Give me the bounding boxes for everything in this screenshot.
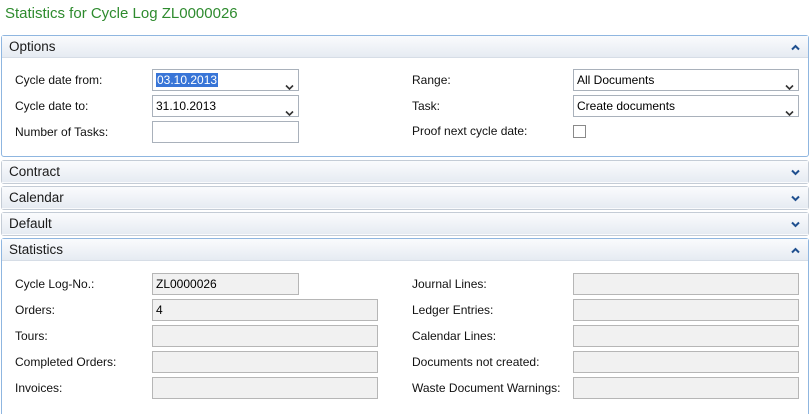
journal-lines-label: Journal Lines: xyxy=(412,277,487,291)
waste-document-warnings-field xyxy=(573,377,799,399)
options-header-label: Options xyxy=(9,39,56,54)
dropdown-arrow-icon[interactable] xyxy=(785,77,794,90)
dropdown-arrow-icon[interactable] xyxy=(785,103,794,116)
ledger-entries-label: Ledger Entries: xyxy=(412,303,494,317)
options-header[interactable]: Options xyxy=(2,36,808,58)
range-label: Range: xyxy=(412,73,451,87)
chevron-up-icon[interactable] xyxy=(791,246,800,255)
cycle-log-no-field: ZL0000026 xyxy=(152,273,299,295)
task-value: Create documents xyxy=(577,99,676,113)
calendar-lines-field xyxy=(573,325,799,347)
range-value: All Documents xyxy=(577,73,655,87)
statistics-header-label: Statistics xyxy=(9,242,64,257)
orders-label: Orders: xyxy=(15,303,56,317)
orders-field: 4 xyxy=(152,299,378,321)
page-title: Statistics for Cycle Log ZL0000026 xyxy=(5,5,238,22)
number-of-tasks-input[interactable] xyxy=(152,121,299,143)
chevron-down-icon[interactable] xyxy=(791,220,800,229)
dropdown-arrow-icon[interactable] xyxy=(285,77,294,90)
documents-not-created-field xyxy=(573,351,799,373)
contract-header[interactable]: Contract xyxy=(2,161,808,183)
documents-not-created-label: Documents not created: xyxy=(412,355,540,369)
calendar-header-label: Calendar xyxy=(9,190,64,205)
completed-orders-label: Completed Orders: xyxy=(15,355,117,369)
cycle-date-from-label: Cycle date from: xyxy=(15,73,103,87)
cycle-date-to-field[interactable]: 31.10.2013 xyxy=(152,95,299,117)
proof-next-cycle-date-label: Proof next cycle date: xyxy=(412,124,528,138)
calendar-header[interactable]: Calendar xyxy=(2,187,808,209)
completed-orders-field xyxy=(152,351,378,373)
contract-header-label: Contract xyxy=(9,164,61,179)
cycle-date-from-field[interactable]: 03.10.2013 xyxy=(152,69,299,91)
invoices-label: Invoices: xyxy=(15,381,63,395)
default-panel: Default xyxy=(1,212,809,236)
calendar-lines-label: Calendar Lines: xyxy=(412,329,497,343)
cycle-log-no-label: Cycle Log-No.: xyxy=(15,277,95,291)
tours-label: Tours: xyxy=(15,329,48,343)
chevron-down-icon[interactable] xyxy=(791,168,800,177)
default-header[interactable]: Default xyxy=(2,213,808,235)
number-of-tasks-label: Number of Tasks: xyxy=(15,125,109,139)
cycle-date-to-value: 31.10.2013 xyxy=(156,99,217,113)
default-header-label: Default xyxy=(9,216,52,231)
dropdown-arrow-icon[interactable] xyxy=(285,103,294,116)
cycle-date-to-label: Cycle date to: xyxy=(15,99,89,113)
cycle-date-from-value: 03.10.2013 xyxy=(156,73,219,87)
task-label: Task: xyxy=(412,99,441,113)
ledger-entries-field xyxy=(573,299,799,321)
range-select[interactable]: All Documents xyxy=(573,69,799,91)
journal-lines-field xyxy=(573,273,799,295)
contract-panel: Contract xyxy=(1,160,809,184)
chevron-up-icon[interactable] xyxy=(791,43,800,52)
tours-field xyxy=(152,325,378,347)
calendar-panel: Calendar xyxy=(1,186,809,210)
chevron-down-icon[interactable] xyxy=(791,194,800,203)
statistics-header[interactable]: Statistics xyxy=(2,239,808,261)
waste-document-warnings-label: Waste Document Warnings: xyxy=(412,381,561,395)
invoices-field xyxy=(152,377,378,399)
task-select[interactable]: Create documents xyxy=(573,95,799,117)
proof-next-cycle-date-checkbox[interactable] xyxy=(573,125,586,138)
